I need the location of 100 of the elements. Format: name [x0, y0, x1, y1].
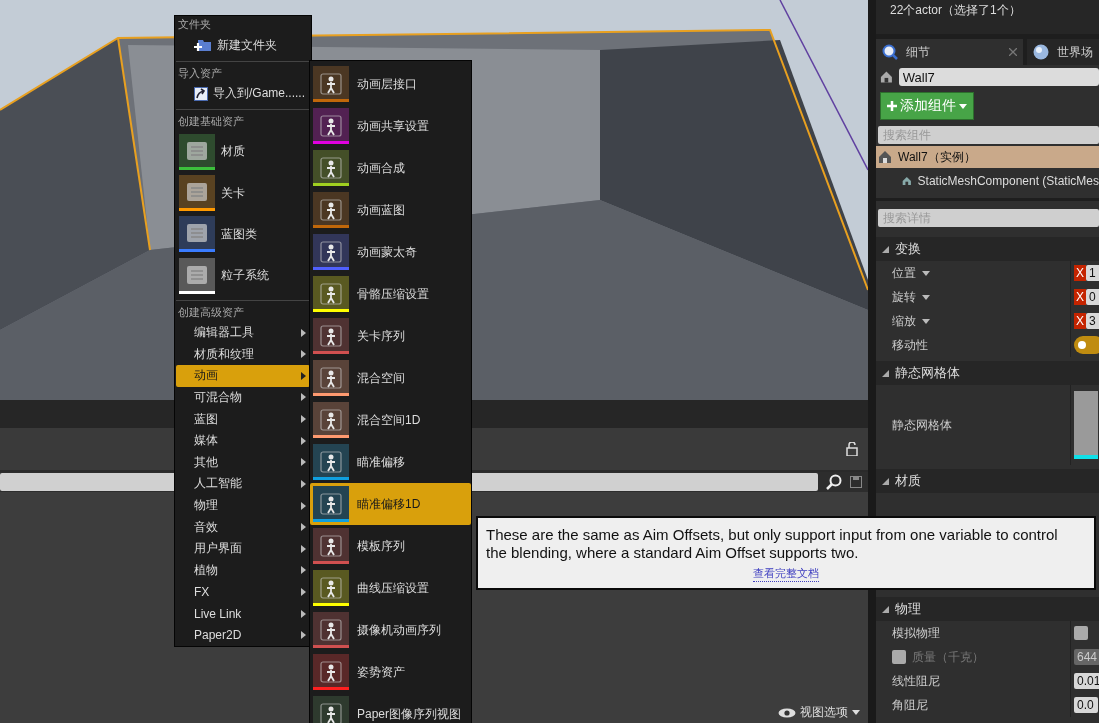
house-icon — [902, 174, 912, 188]
document-icon — [185, 264, 209, 287]
menu-item[interactable]: 人工智能 — [176, 473, 310, 495]
submenu-arrow-icon — [301, 371, 306, 380]
menu-item[interactable]: FX — [176, 581, 310, 603]
caret-icon[interactable] — [922, 270, 930, 276]
mesh-thumbnail[interactable] — [1074, 391, 1098, 459]
menu-item[interactable]: 植物 — [176, 559, 310, 582]
menu-item[interactable]: 动画 — [176, 365, 310, 387]
menu-item[interactable]: 瞄准偏移1D — [310, 483, 471, 525]
document-icon — [185, 140, 209, 163]
submenu-arrow-icon — [301, 523, 306, 532]
menu-item[interactable]: 蓝图类 — [176, 213, 310, 255]
menu-item[interactable]: 关卡 — [176, 172, 310, 214]
menu-item[interactable]: 其他 — [176, 451, 310, 474]
menu-item[interactable]: 模板序列 — [310, 525, 471, 567]
actor-count-text: 22个actor（选择了1个） — [890, 3, 1021, 17]
menu-item[interactable]: 材质 — [176, 131, 310, 173]
number-field[interactable]: 3 — [1086, 313, 1099, 329]
submenu-arrow-icon — [301, 458, 306, 467]
number-field[interactable]: 1 — [1086, 265, 1099, 281]
plus-icon — [887, 101, 897, 111]
submenu-arrow-icon — [301, 328, 306, 337]
number-field[interactable]: 0.01 — [1074, 673, 1099, 689]
stick-figure-icon — [318, 618, 344, 642]
house-icon — [880, 70, 893, 84]
documentation-link[interactable]: 查看完整文档 — [753, 566, 819, 582]
menu-item[interactable]: 可混合物 — [176, 386, 310, 409]
component-tree-item[interactable]: StaticMeshComponent (StaticMes — [876, 168, 1099, 194]
menu-item[interactable]: 姿势资产 — [310, 651, 471, 693]
menu-item[interactable]: 粒子系统 — [176, 254, 310, 297]
menu-item[interactable]: 动画合成 — [310, 147, 471, 189]
submenu-arrow-icon — [301, 566, 306, 575]
menu-item[interactable]: Live Link — [176, 602, 310, 625]
menu-item[interactable]: Paper图像序列视图 — [310, 693, 471, 723]
lock-icon[interactable] — [846, 442, 858, 456]
mobility-toggle[interactable] — [1074, 336, 1099, 354]
expanded-triangle-icon — [882, 477, 889, 485]
menu-item[interactable]: 曲线压缩设置 — [310, 567, 471, 609]
actor-name-field[interactable]: Wall7 — [898, 68, 1099, 86]
submenu-arrow-icon — [301, 436, 306, 445]
menu-item[interactable]: 用户界面 — [176, 537, 310, 560]
number-field[interactable]: 0.0 — [1074, 697, 1098, 713]
menu-item[interactable]: 混合空间 — [310, 357, 471, 399]
arrow-import-icon — [194, 86, 208, 101]
menu-item[interactable]: 蓝图 — [176, 408, 310, 430]
stick-figure-icon — [318, 72, 344, 96]
number-field[interactable]: 0 — [1086, 289, 1099, 305]
menu-item[interactable]: 物理 — [176, 494, 310, 517]
stick-figure-icon — [318, 450, 344, 474]
document-icon — [185, 182, 209, 204]
menu-item[interactable]: 动画蓝图 — [310, 189, 471, 231]
section-header[interactable]: 材质 — [876, 469, 1099, 493]
component-tree-item[interactable]: Wall7（实例） — [876, 146, 1099, 168]
menu-item[interactable]: 材质和纹理 — [176, 343, 310, 366]
tooltip-text: These are the same as Aim Offsets, but only support input from one variable to control the blending, where a standard Aim Offset supports two. — [486, 526, 1059, 562]
menu-item[interactable]: 动画蒙太奇 — [310, 231, 471, 273]
submenu-arrow-icon — [301, 587, 306, 596]
stick-figure-icon — [318, 156, 344, 180]
checkbox[interactable] — [1074, 626, 1088, 640]
caret-icon[interactable] — [922, 318, 930, 324]
eye-icon — [778, 707, 796, 718]
expanded-triangle-icon — [882, 245, 889, 253]
stick-figure-icon — [318, 492, 344, 516]
view-options-button[interactable]: 视图选项 — [778, 704, 860, 721]
menu-item[interactable]: 编辑器工具 — [176, 321, 310, 344]
stick-figure-icon — [318, 366, 344, 390]
menu-item[interactable]: 动画共享设置 — [310, 105, 471, 147]
expanded-triangle-icon — [882, 369, 889, 377]
menu-item[interactable]: 动画层接口 — [310, 63, 471, 105]
menu-item[interactable]: 关卡序列 — [310, 315, 471, 357]
search-icon[interactable] — [826, 474, 842, 490]
save-icon[interactable] — [850, 476, 862, 488]
menu-item[interactable]: 新建文件夹 — [176, 33, 310, 57]
stick-figure-icon — [318, 114, 344, 138]
stick-figure-icon — [318, 660, 344, 684]
section-header[interactable]: 物理 — [876, 597, 1099, 621]
property-label: 角阻尼 — [892, 697, 928, 713]
section-header[interactable]: 静态网格体 — [876, 361, 1099, 385]
menu-item[interactable]: 骨骼压缩设置 — [310, 273, 471, 315]
axis-label: X — [1074, 289, 1086, 305]
menu-item[interactable]: 媒体 — [176, 429, 310, 452]
submenu-arrow-icon — [301, 501, 306, 510]
menu-item[interactable]: 瞄准偏移 — [310, 441, 471, 483]
caret-icon — [959, 103, 967, 109]
menu-item[interactable]: 摄像机动画序列 — [310, 609, 471, 651]
close-icon[interactable] — [1009, 48, 1017, 56]
submenu-arrow-icon — [301, 544, 306, 553]
section-header[interactable]: 变换 — [876, 237, 1099, 261]
expanded-triangle-icon — [882, 605, 889, 613]
property-label: 移动性 — [892, 337, 928, 353]
menu-item[interactable]: Paper2D — [176, 624, 310, 646]
panel-tab[interactable]: 世界场 — [1027, 39, 1099, 65]
menu-item[interactable]: 音效 — [176, 516, 310, 538]
panel-tab[interactable]: 细节 — [876, 39, 1023, 65]
submenu-arrow-icon — [301, 393, 306, 402]
caret-icon[interactable] — [922, 294, 930, 300]
axis-label: X — [1074, 313, 1086, 329]
menu-item[interactable]: 混合空间1D — [310, 399, 471, 441]
stick-figure-icon — [318, 534, 344, 558]
